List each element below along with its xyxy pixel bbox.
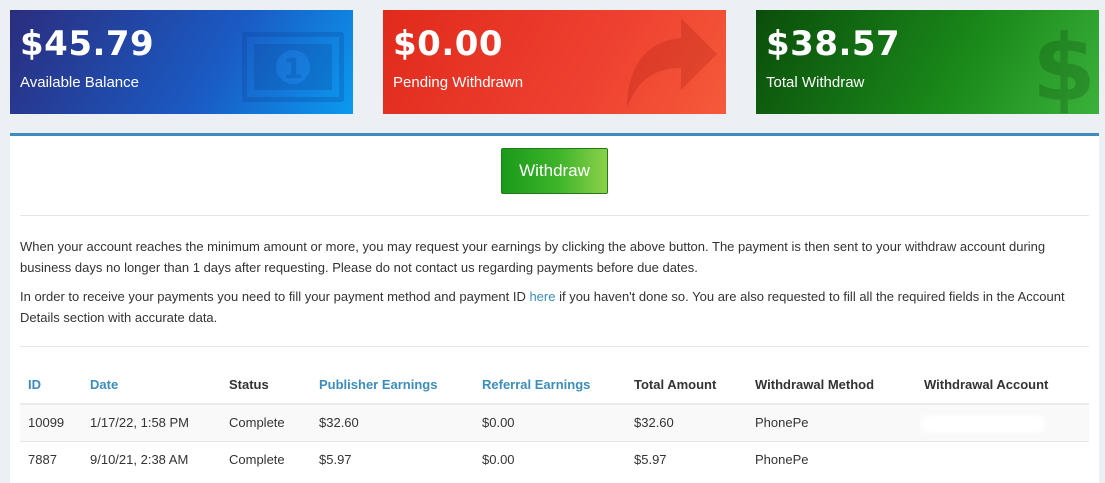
table-header-row: ID Date Status Publisher Earnings Referr…	[20, 366, 1089, 405]
money-bill-icon: 1	[242, 32, 344, 102]
payment-settings-link[interactable]: here	[529, 289, 555, 304]
cell-withdrawal-method: PhonePe	[747, 403, 916, 441]
table-row: 7887 9/10/21, 2:38 AM Complete $5.97 $0.…	[20, 440, 1089, 478]
info-paragraph-payout: When your account reaches the minimum am…	[20, 239, 1046, 275]
dollar-sign-icon: $	[1032, 16, 1096, 114]
withdrawals-table: ID Date Status Publisher Earnings Referr…	[20, 366, 1089, 478]
pending-withdrawn-amount: $0.00	[393, 24, 504, 64]
withdraw-panel: Withdraw When your account reaches the m…	[10, 133, 1099, 483]
cell-date: 9/10/21, 2:38 AM	[82, 440, 221, 478]
cell-total-amount: $5.97	[626, 440, 747, 478]
cell-id: 10099	[20, 403, 82, 441]
cell-id: 7887	[20, 440, 82, 478]
info-paragraph-payment-method: In order to receive your payments you ne…	[20, 286, 1088, 328]
total-withdraw-card: $38.57 Total Withdraw $	[756, 10, 1099, 114]
cell-total-amount: $32.60	[626, 403, 747, 441]
redaction-mark	[924, 417, 1042, 430]
column-header-publisher-earnings[interactable]: Publisher Earnings	[311, 366, 474, 405]
column-header-total-amount: Total Amount	[626, 366, 747, 405]
available-balance-label: Available Balance	[20, 74, 139, 91]
available-balance-amount: $45.79	[20, 24, 155, 64]
column-header-withdrawal-method: Withdrawal Method	[747, 366, 916, 405]
cell-status: Complete	[221, 403, 311, 441]
available-balance-card: $45.79 Available Balance 1	[10, 10, 353, 114]
share-arrow-icon	[627, 18, 717, 108]
cell-withdrawal-account-redacted	[916, 440, 1089, 478]
info-text-before-link: In order to receive your payments you ne…	[20, 289, 530, 304]
cell-withdrawal-account-redacted	[916, 403, 1089, 441]
svg-text:$: $	[1032, 16, 1096, 114]
pending-withdrawn-label: Pending Withdrawn	[393, 74, 524, 91]
redaction-mark	[924, 454, 1042, 467]
cell-date: 1/17/22, 1:58 PM	[82, 403, 221, 441]
divider	[20, 215, 1089, 216]
cell-referral-earnings: $0.00	[474, 403, 626, 441]
cell-publisher-earnings: $32.60	[311, 403, 474, 441]
column-header-date[interactable]: Date	[82, 366, 221, 405]
cell-withdrawal-method: PhonePe	[747, 440, 916, 478]
table-row: 10099 1/17/22, 1:58 PM Complete $32.60 $…	[20, 403, 1089, 441]
cell-status: Complete	[221, 440, 311, 478]
withdraw-button[interactable]: Withdraw	[501, 148, 608, 194]
column-header-referral-earnings[interactable]: Referral Earnings	[474, 366, 626, 405]
column-header-id[interactable]: ID	[20, 366, 82, 405]
svg-text:1: 1	[283, 52, 302, 85]
divider	[20, 346, 1089, 347]
total-withdraw-amount: $38.57	[766, 24, 901, 64]
pending-withdrawn-card: $0.00 Pending Withdrawn	[383, 10, 726, 114]
total-withdraw-label: Total Withdraw	[766, 74, 865, 91]
column-header-withdrawal-account: Withdrawal Account	[916, 366, 1089, 405]
cell-referral-earnings: $0.00	[474, 440, 626, 478]
column-header-status: Status	[221, 366, 311, 405]
cell-publisher-earnings: $5.97	[311, 440, 474, 478]
